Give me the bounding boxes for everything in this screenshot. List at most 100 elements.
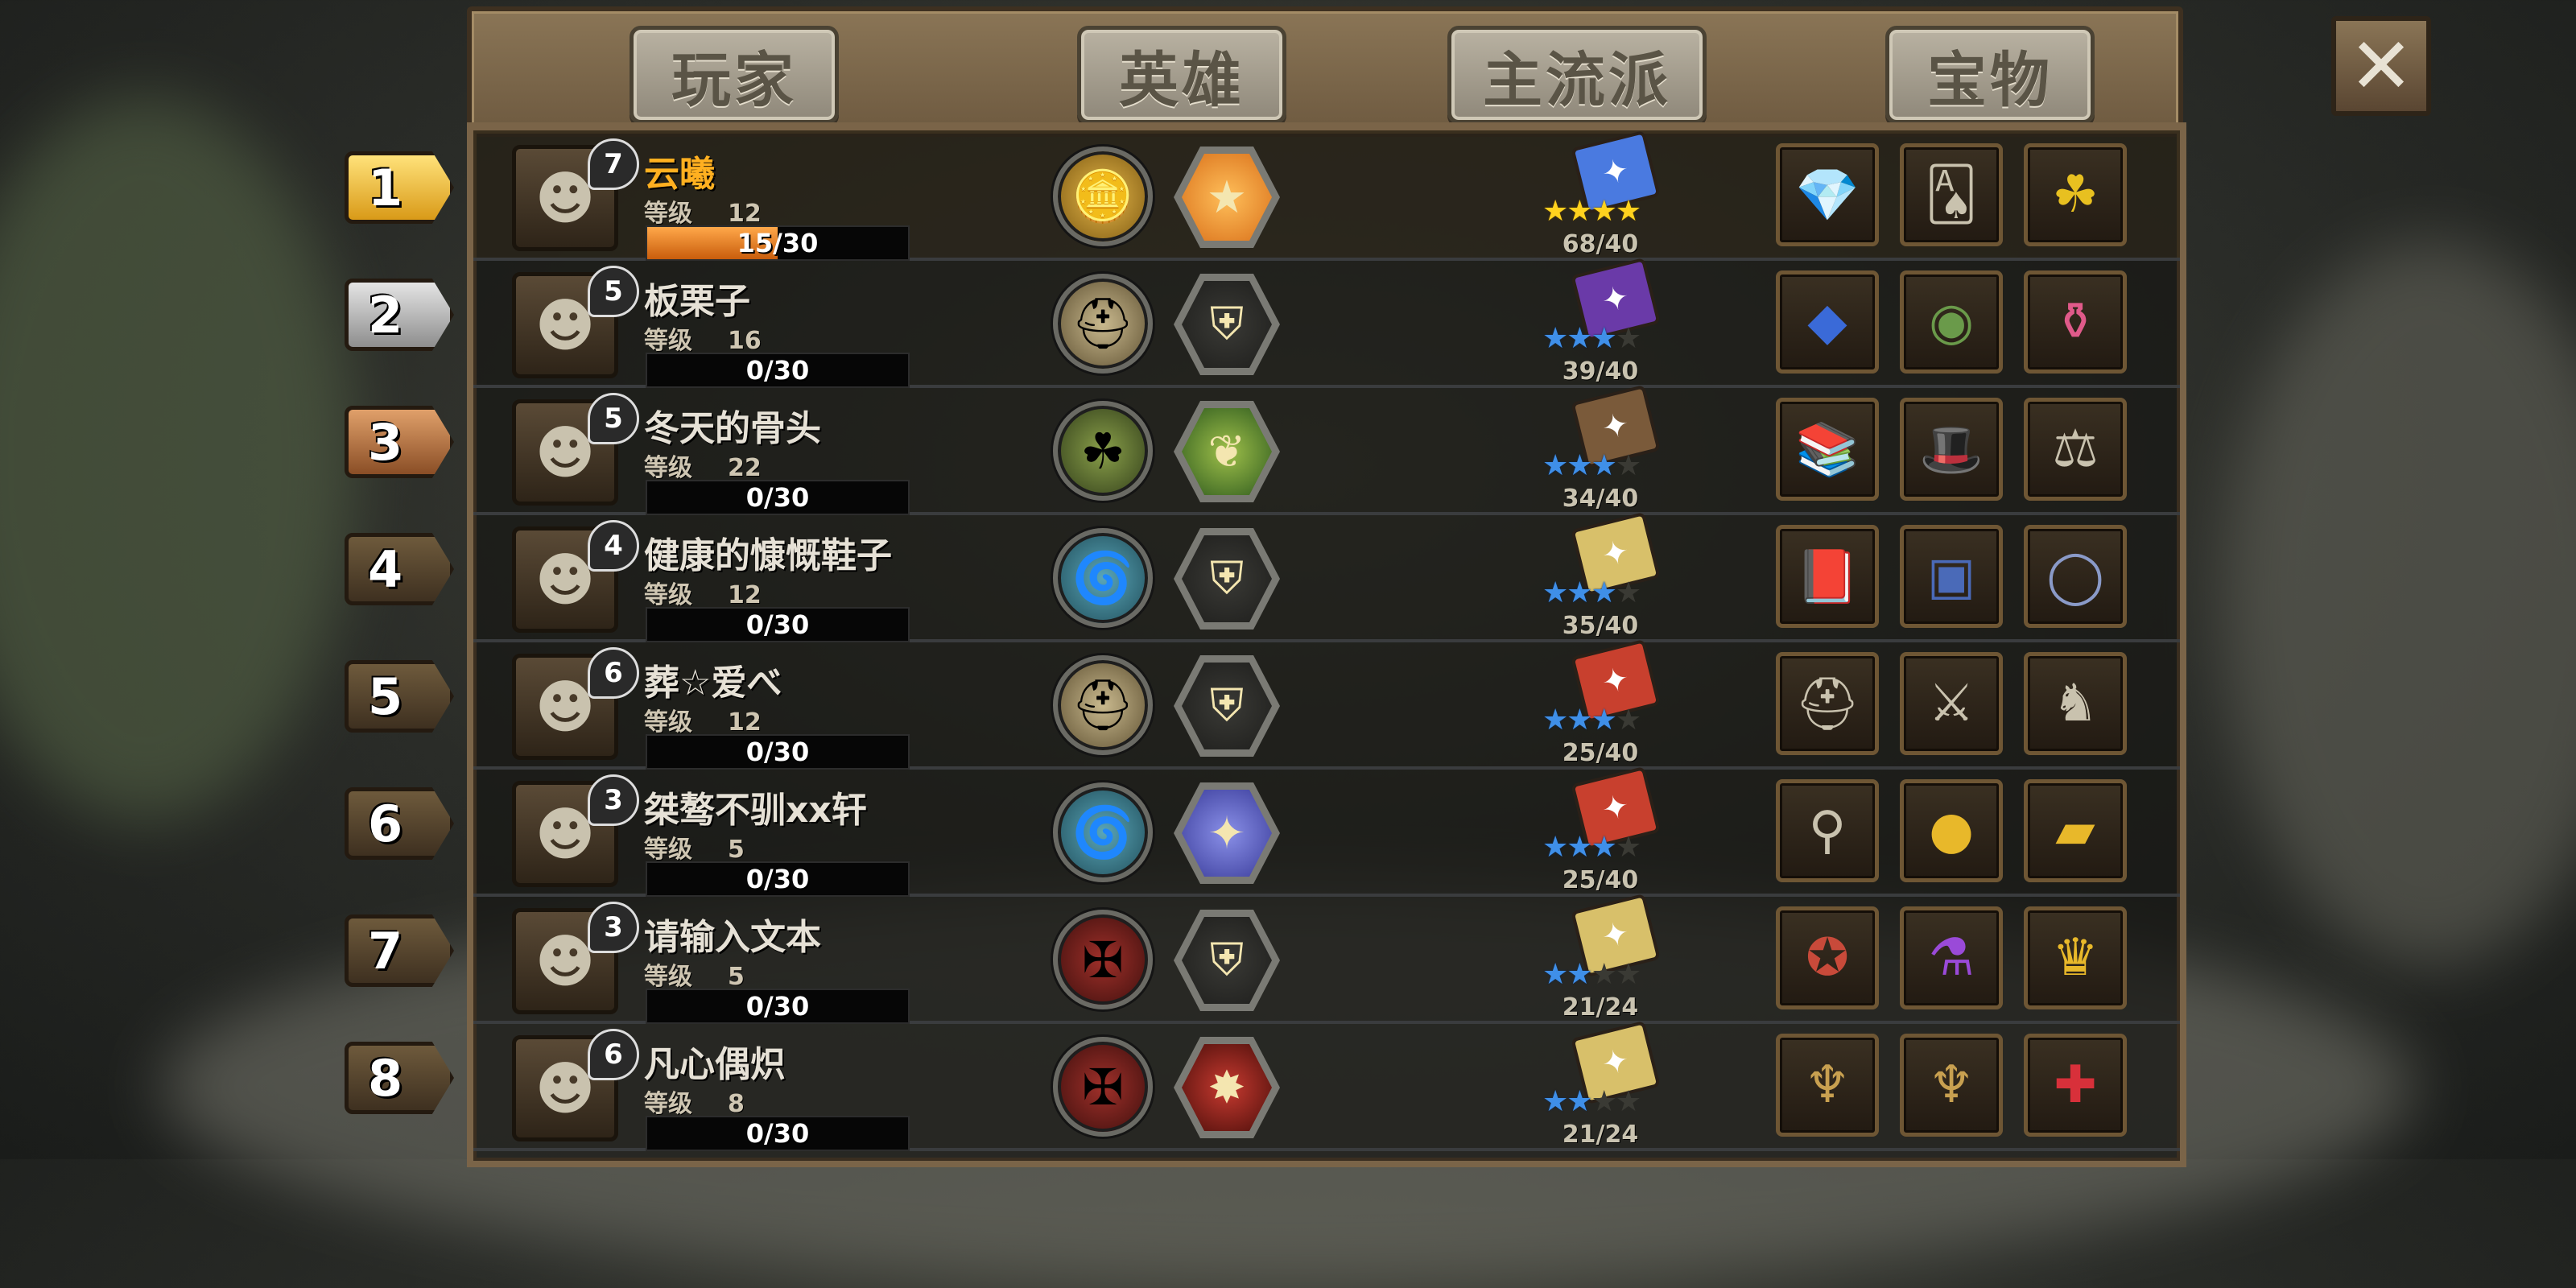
- hero-portrait-icon: ☻: [535, 546, 596, 613]
- treasure-slot[interactable]: ⚔: [1900, 652, 2003, 755]
- star-empty-icon: ★: [1615, 1085, 1641, 1118]
- treasure-slot[interactable]: 🎩: [1900, 398, 2003, 501]
- treasure-slot[interactable]: ▰: [2024, 779, 2127, 882]
- star-filled-icon: ★: [1591, 322, 1617, 355]
- hero-badge[interactable]: ⛑: [1053, 274, 1153, 374]
- treasure-slot[interactable]: ✪: [1776, 906, 1879, 1009]
- hero-badge[interactable]: ✠: [1053, 910, 1153, 1009]
- treasure-slot[interactable]: 💎: [1776, 143, 1879, 246]
- avatar-level-badge: 3: [588, 902, 639, 953]
- treasure-slot[interactable]: ♆: [1776, 1034, 1879, 1137]
- faction-badge[interactable]: ★: [1174, 147, 1280, 248]
- treasure-chest-icon: ▣: [1926, 547, 1976, 606]
- faction-progress: 21/24: [1562, 1121, 1639, 1149]
- hero-badge[interactable]: ⛑: [1053, 655, 1153, 755]
- treasure-slot[interactable]: ✚: [2024, 1034, 2127, 1137]
- star-rating: ★★★★: [1542, 195, 1641, 228]
- hero-badge[interactable]: 🪙: [1053, 147, 1153, 246]
- hero-badge[interactable]: ☘: [1053, 401, 1153, 501]
- leaderboard-row[interactable]: 6 ☻ 3 桀骜不驯xx轩 等级 5 0/30 🌀 ✦ ✦ ★★★★ 25/40 …: [345, 766, 2180, 897]
- tab-players[interactable]: 玩家: [630, 26, 839, 124]
- treasure-slot[interactable]: ⚲: [1776, 779, 1879, 882]
- star-filled-icon: ★: [1567, 322, 1592, 355]
- treasure-slot[interactable]: 📕: [1776, 525, 1879, 628]
- leaderboard-row[interactable]: 7 ☻ 3 请输入文本 等级 5 0/30 ✠ ⛨ ✦ ★★★★ 21/24 ✪ …: [345, 893, 2180, 1024]
- star-filled-icon: ★: [1567, 449, 1592, 482]
- avatar-level-badge: 7: [588, 138, 639, 190]
- star-filled-icon: ★: [1567, 958, 1592, 991]
- xp-text: 0/30: [745, 482, 810, 513]
- star-rating: ★★★★: [1542, 958, 1641, 991]
- level-label: 等级 12: [644, 581, 762, 609]
- leaderboard-row[interactable]: 2 ☻ 5 板栗子 等级 16 0/30 ⛑ ⛨ ✦ ★★★★ 39/40 ◆ ◉…: [345, 257, 2180, 388]
- clover-icon: ☘: [2052, 165, 2099, 225]
- faction-badge[interactable]: ⛨: [1174, 274, 1280, 375]
- leaderboard-row[interactable]: 3 ☻ 5 冬天的骨头 等级 22 0/30 ☘ ❦ ✦ ★★★★ 34/40 📚…: [345, 384, 2180, 515]
- star-filled-icon: ★: [1591, 449, 1617, 482]
- treasure-slot[interactable]: 📚: [1776, 398, 1879, 501]
- treasure-slot[interactable]: 🂡: [1900, 143, 2003, 246]
- star-filled-icon: ★: [1591, 704, 1617, 737]
- rank-badge: 7: [345, 914, 454, 987]
- level-label: 等级 8: [644, 1090, 745, 1118]
- treasure-slot[interactable]: ⛑: [1776, 652, 1879, 755]
- aces-cards-icon: 🂡: [1925, 165, 1978, 225]
- tab-treasures[interactable]: 宝物: [1885, 26, 2095, 124]
- player-name: 桀骜不驯xx轩: [644, 790, 867, 831]
- broom-icon: ⚲: [1808, 801, 1847, 861]
- treasure-slot[interactable]: ◆: [1776, 270, 1879, 374]
- blood-rune-icon: ✠: [1082, 930, 1124, 989]
- treasure-slot[interactable]: ⚗: [1900, 906, 2003, 1009]
- gold-coin-hex-icon: ★: [1206, 171, 1248, 224]
- faction-progress: 68/40: [1562, 230, 1639, 258]
- faction-badge[interactable]: ⛨: [1174, 910, 1280, 1011]
- xp-bar: 0/30: [646, 1116, 910, 1151]
- leaderboard-row[interactable]: 1 ☻ 7 云曦 等级 12 15/30 🪙 ★ ✦ ★★★★ 68/40 💎 🂡…: [345, 130, 2180, 261]
- purple-tome-icon: 📕: [1795, 547, 1860, 607]
- tab-heroes[interactable]: 英雄: [1077, 26, 1286, 124]
- helmet-icon: ⛑: [1071, 294, 1135, 353]
- treasure-slot[interactable]: ◉: [1900, 270, 2003, 374]
- treasure-slot[interactable]: ♆: [1900, 1034, 2003, 1137]
- hero-badge[interactable]: 🌀: [1053, 782, 1153, 882]
- faction-badge[interactable]: ❦: [1174, 401, 1280, 502]
- treasure-slot[interactable]: ▣: [1900, 525, 2003, 628]
- treasure-slot[interactable]: ♞: [2024, 652, 2127, 755]
- level-label: 等级 12: [644, 708, 762, 737]
- faction-badge[interactable]: ✸: [1174, 1037, 1280, 1138]
- star-empty-icon: ★: [1591, 958, 1617, 991]
- faction-badge[interactable]: ✦: [1174, 782, 1280, 884]
- arcane-hex-icon: ✦: [1208, 807, 1246, 860]
- star-empty-icon: ★: [1615, 576, 1641, 609]
- leaderboard-row[interactable]: 5 ☻ 6 葬☆爱べ 等级 12 0/30 ⛑ ⛨ ✦ ★★★★ 25/40 ⛑ …: [345, 638, 2180, 770]
- treasure-slot[interactable]: ☘: [2024, 143, 2127, 246]
- treasure-slot[interactable]: ◯: [2024, 525, 2127, 628]
- nature-hex-icon: ❦: [1208, 425, 1246, 478]
- star-empty-icon: ★: [1591, 1085, 1617, 1118]
- dark-sword-icon: ⚔: [1928, 674, 1975, 733]
- star-rating: ★★★★: [1542, 322, 1641, 355]
- xp-bar: 0/30: [646, 734, 910, 770]
- faction-badge[interactable]: ⛨: [1174, 528, 1280, 630]
- hero-badge[interactable]: ✠: [1053, 1037, 1153, 1137]
- treasure-slot[interactable]: ●: [1900, 779, 2003, 882]
- faction-badge[interactable]: ⛨: [1174, 655, 1280, 757]
- faction-progress: 25/40: [1562, 739, 1639, 767]
- crystal-ore-icon: 💎: [1795, 165, 1860, 225]
- star-filled-icon: ★: [1542, 958, 1568, 991]
- close-button[interactable]: ✕: [2331, 16, 2431, 116]
- level-label: 等级 5: [644, 836, 745, 864]
- leaderboard-row[interactable]: 4 ☻ 4 健康的慷慨鞋子 等级 12 0/30 🌀 ⛨ ✦ ★★★★ 35/40…: [345, 511, 2180, 642]
- hero-badge[interactable]: 🌀: [1053, 528, 1153, 628]
- leaderboard-row[interactable]: 8 ☻ 6 凡心偶炽 等级 8 0/30 ✠ ✸ ✦ ★★★★ 21/24 ♆ ♆…: [345, 1020, 2180, 1151]
- avatar-level-badge: 6: [588, 647, 639, 699]
- faction-progress: 34/40: [1562, 485, 1639, 513]
- tab-main-faction[interactable]: 主流派: [1447, 26, 1707, 124]
- xp-bar: 0/30: [646, 607, 910, 642]
- treasure-slot[interactable]: ⚱: [2024, 270, 2127, 374]
- player-name: 健康的慷慨鞋子: [644, 535, 892, 576]
- star-filled-icon: ★: [1542, 576, 1568, 609]
- treasure-slot[interactable]: ♛: [2024, 906, 2127, 1009]
- treasure-slot[interactable]: ⚖: [2024, 398, 2127, 501]
- bone-totem-icon: ☘: [1080, 421, 1125, 481]
